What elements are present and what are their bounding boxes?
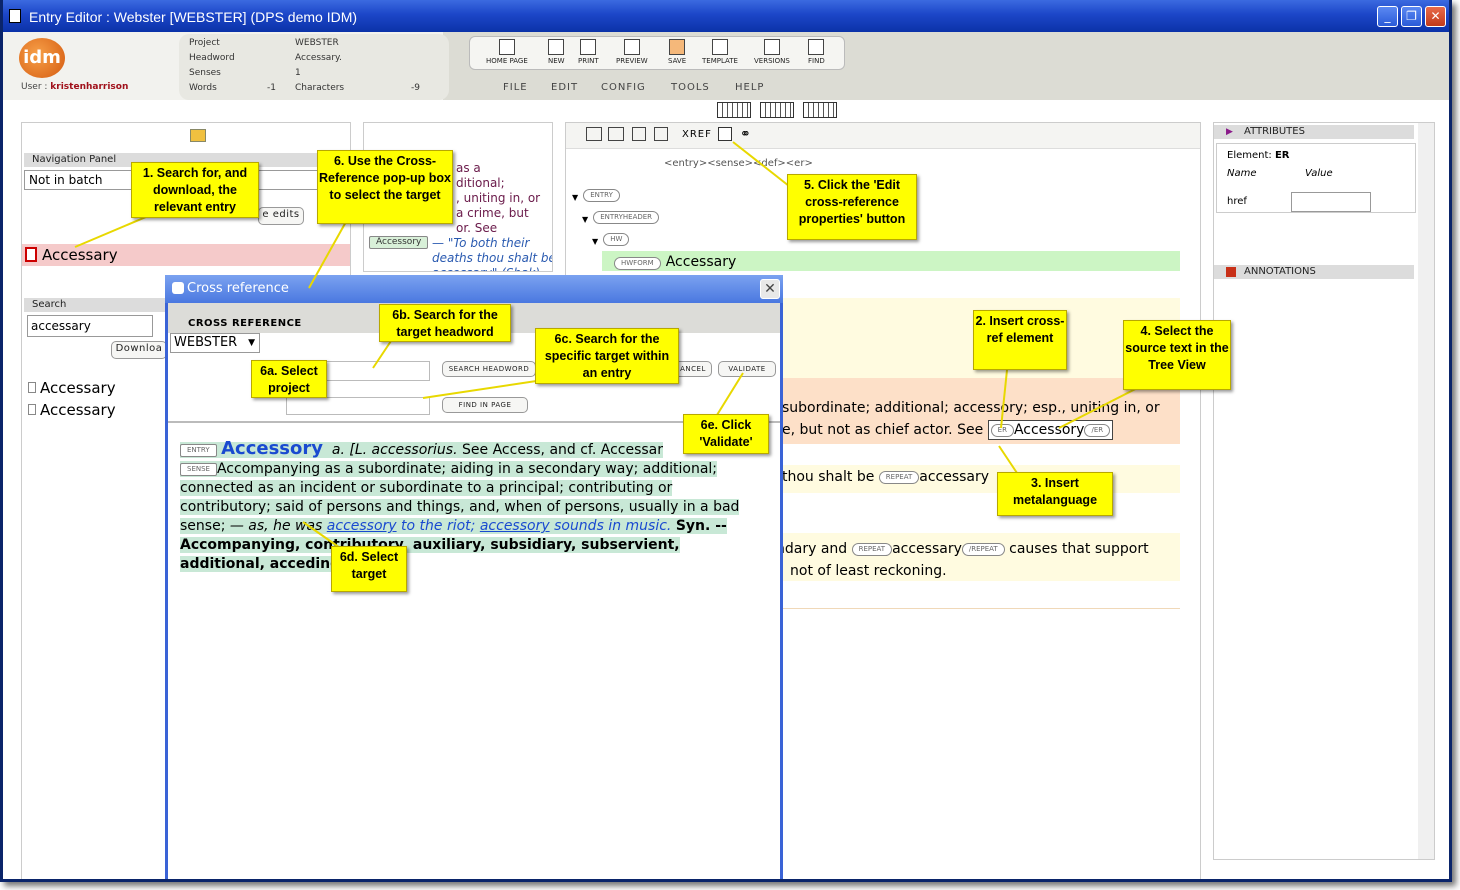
entry-editor-window: Entry Editor : Webster [WEBSTER] (DPS de… [0,0,1452,882]
callout-step-6e: 6e. Click 'Validate' [683,414,769,454]
callout-step-6: 6. Use the Cross-Reference pop-up box to… [317,150,453,224]
callout-step-6b: 6b. Search for the target headword [379,304,511,342]
callout-step-5: 5. Click the 'Edit cross-reference prope… [787,174,917,240]
callout-step-6c: 6c. Search for the specific target withi… [535,328,679,384]
callout-step-1: 1. Search for, and download, the relevan… [131,162,259,218]
callout-step-4: 4. Select the source text in the Tree Vi… [1123,320,1231,390]
callout-step-6a: 6a. Select project [251,360,327,398]
callout-step-3: 3. Insert metalanguage [997,472,1113,516]
callout-step-6d: 6d. Select target [331,546,407,592]
callout-step-2: 2. Insert cross-ref element [973,310,1067,370]
